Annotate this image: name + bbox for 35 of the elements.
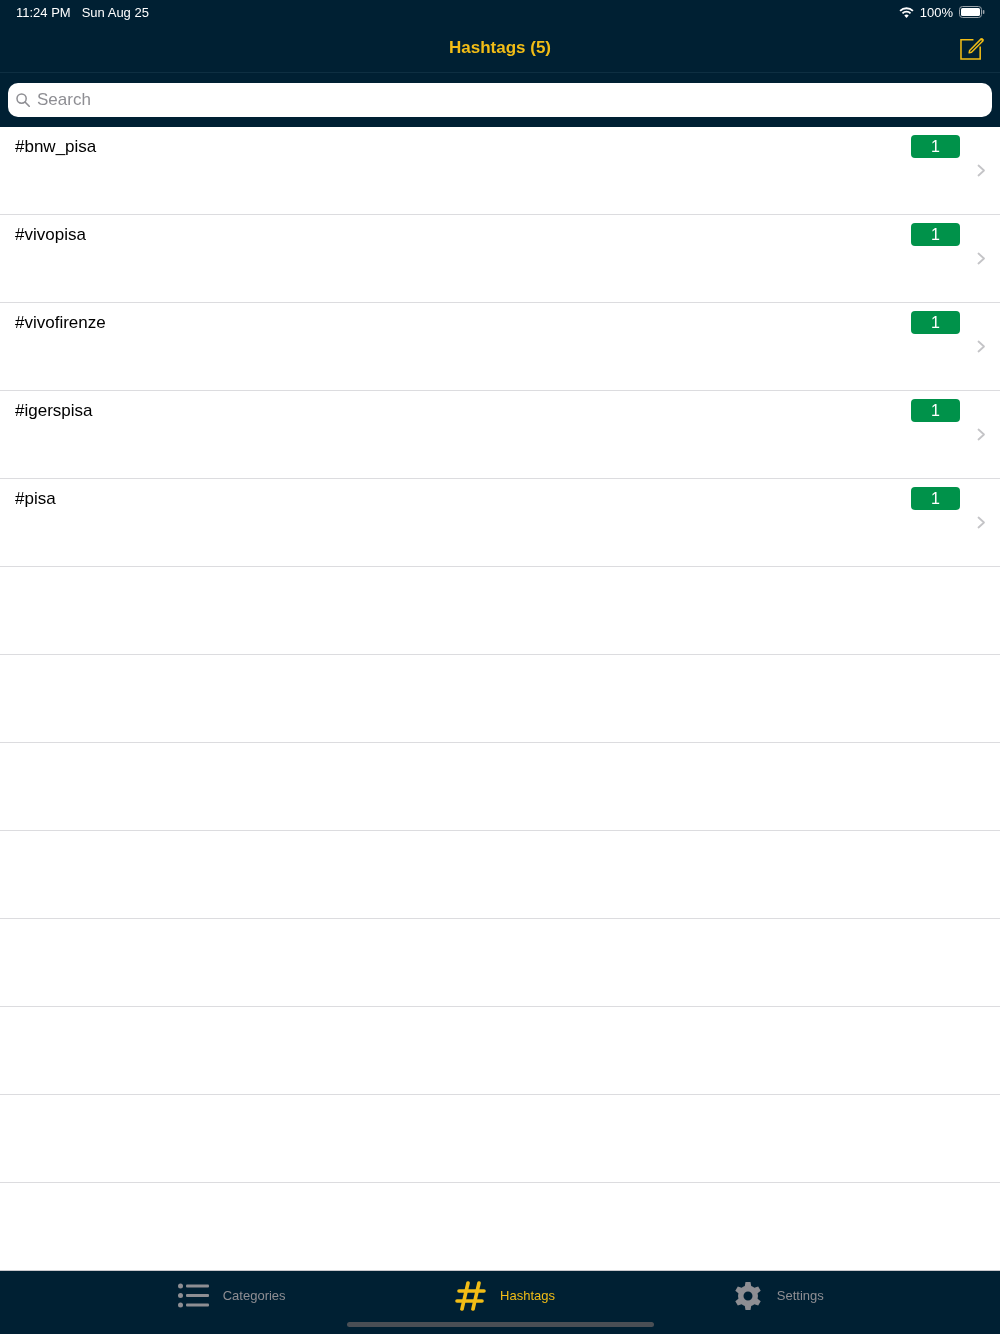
count-badge: 1 [911,311,960,334]
hash-icon [455,1280,487,1311]
chevron-icon [977,428,986,441]
count-badge: 1 [911,135,960,158]
status-time: 11:24 PM [16,4,71,20]
gear-icon [732,1280,763,1311]
count-badge: 1 [911,487,960,510]
hashtag-name: #vivopisa [15,225,86,244]
tab-item[interactable]: Settings [641,1271,915,1320]
battery-percent: 100% [919,4,953,20]
hashtag-row[interactable]: #pisa 1 [0,479,1000,567]
hashtag-row[interactable]: #vivofirenze 1 [0,303,1000,391]
hashtag-name: #pisa [15,489,56,508]
hashtag-name: #bnw_pisa [15,137,97,156]
status-date: Sun Aug 25 [81,4,149,20]
hashtag-row[interactable]: #igerspisa 1 [0,391,1000,479]
count-badge: 1 [911,223,960,246]
hashtag-name: #vivofirenze [15,313,106,332]
count-badge: 1 [911,399,960,422]
chevron-icon [977,252,986,265]
list-icon [177,1283,209,1308]
search-icon [16,93,30,107]
hashtag-row[interactable]: #bnw_pisa 1 [0,127,1000,215]
search-field[interactable]: Search [8,83,992,117]
hashtag-row[interactable]: #vivopisa 1 [0,215,1000,303]
tab-item[interactable]: Categories [95,1271,369,1320]
chevron-icon [977,164,986,177]
chevron-icon [977,516,986,529]
hashtag-name: #igerspisa [15,401,93,420]
chevron-icon [977,340,986,353]
compose-icon[interactable] [960,36,985,60]
tab-item[interactable]: Hashtags [368,1271,642,1320]
battery-icon [959,6,985,18]
nav-title: Hashtags (5) [449,38,551,58]
wifi-icon [898,6,914,18]
